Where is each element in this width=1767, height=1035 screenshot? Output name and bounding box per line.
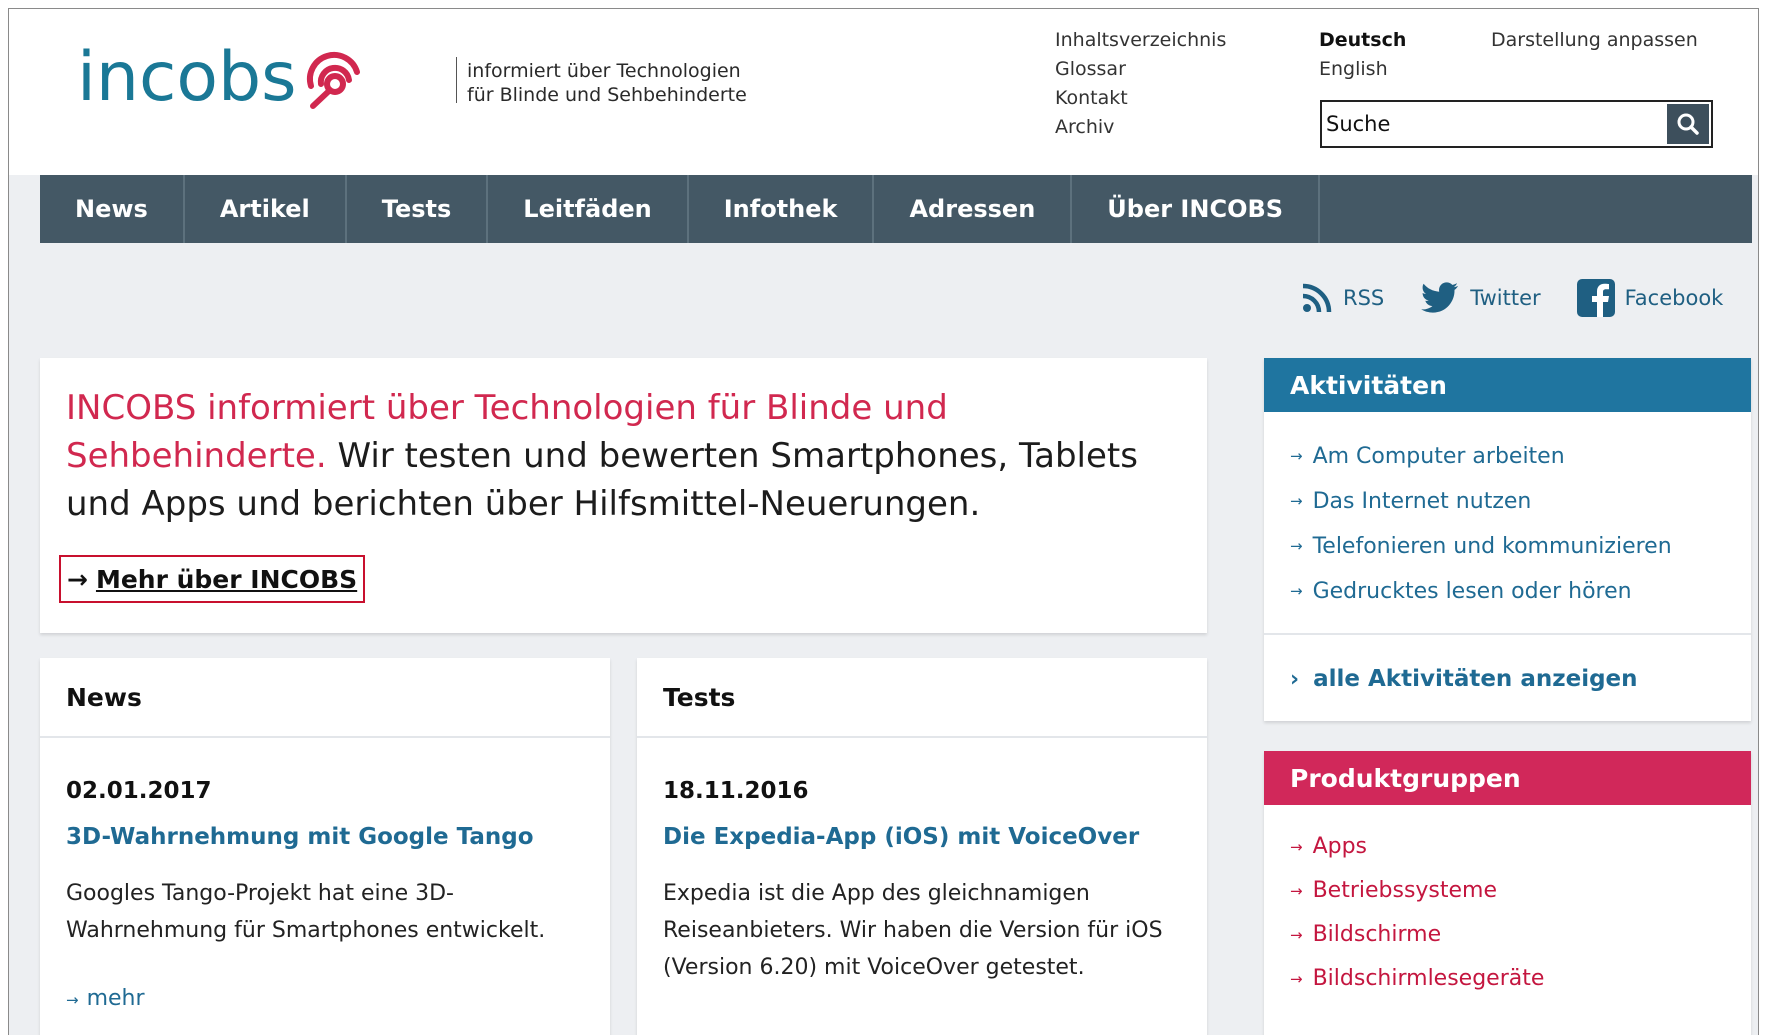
tagline-line-1: informiert über Technologien	[467, 60, 741, 82]
activity-label: Am Computer arbeiten	[1312, 444, 1565, 469]
facebook-label: Facebook	[1624, 286, 1724, 310]
arrow-right-small-icon: →	[66, 991, 79, 1009]
nav-infothek[interactable]: Infothek	[689, 175, 875, 243]
meta-link-kontakt[interactable]: Kontakt	[1055, 84, 1226, 113]
arrow-right-small-icon: →	[1290, 970, 1303, 988]
activities-list: → Am Computer arbeiten → Das Internet nutz…	[1264, 412, 1751, 614]
tests-card: Tests 18.11.2016 Die Expedia-App (iOS) m…	[637, 658, 1207, 1035]
arrow-right-icon: →	[67, 564, 88, 594]
meta-link-archiv[interactable]: Archiv	[1055, 113, 1226, 142]
news-date: 02.01.2017	[66, 778, 212, 804]
activities-panel: Aktivitäten → Am Computer arbeiten → Das I…	[1264, 358, 1751, 721]
facebook-icon	[1576, 279, 1615, 317]
activity-link[interactable]: → Gedrucktes lesen oder hören	[1290, 569, 1751, 614]
news-card-heading: News	[40, 658, 610, 738]
product-group-link[interactable]: → Apps	[1290, 825, 1751, 869]
activity-label: Gedrucktes lesen oder hören	[1312, 579, 1632, 604]
activity-label: Telefonieren und kommunizieren	[1312, 534, 1672, 559]
arrow-right-small-icon: →	[1290, 447, 1303, 465]
news-teaser: Googles Tango-Projekt hat eine 3D-Wahrne…	[66, 881, 546, 943]
arrow-right-small-icon: →	[1290, 926, 1303, 944]
product-group-label: Bildschirmlesegeräte	[1312, 966, 1545, 991]
product-group-link[interactable]: → Bildschirmlesegeräte	[1290, 957, 1751, 1001]
nav-leitfaeden[interactable]: Leitfäden	[488, 175, 689, 243]
page-frame: incobs informiert über Technologien für …	[8, 8, 1759, 1035]
product-groups-panel: Produktgruppen → Apps → Betriebssysteme → B…	[1264, 751, 1751, 1035]
twitter-icon	[1421, 282, 1459, 313]
lang-english[interactable]: English	[1319, 55, 1406, 84]
site-header: incobs informiert über Technologien für …	[9, 9, 1758, 175]
divider	[1264, 633, 1751, 635]
language-switcher: Deutsch English	[1319, 26, 1406, 84]
intro-panel: INCOBS informiert über Technologien für …	[40, 358, 1207, 633]
meta-link-inhaltsverzeichnis[interactable]: Inhaltsverzeichnis	[1055, 26, 1226, 55]
arrow-right-small-icon: →	[1290, 582, 1303, 600]
facebook-link[interactable]: Facebook	[1576, 279, 1724, 317]
nav-ueber-incobs[interactable]: Über INCOBS	[1072, 175, 1321, 243]
tests-card-heading: Tests	[637, 658, 1207, 738]
arrow-right-small-icon: →	[1290, 838, 1303, 856]
all-activities-link[interactable]: › alle Aktivitäten anzeigen	[1290, 666, 1638, 692]
search-form	[1320, 100, 1713, 148]
nav-news[interactable]: News	[40, 175, 185, 243]
product-group-label: Apps	[1312, 834, 1368, 859]
lang-deutsch[interactable]: Deutsch	[1319, 26, 1406, 55]
product-group-link[interactable]: → Bildschirme	[1290, 913, 1751, 957]
activity-link[interactable]: → Am Computer arbeiten	[1290, 434, 1751, 479]
news-more-label: mehr	[86, 986, 145, 1011]
nav-artikel[interactable]: Artikel	[185, 175, 347, 243]
product-group-label: Betriebssysteme	[1312, 878, 1498, 903]
activity-link[interactable]: → Telefonieren und kommunizieren	[1290, 524, 1751, 569]
nav-tests[interactable]: Tests	[347, 175, 489, 243]
chevron-right-icon: ›	[1290, 666, 1300, 692]
logo-divider	[456, 57, 457, 103]
search-icon	[1677, 113, 1699, 135]
news-more-link[interactable]: → mehr	[66, 986, 145, 1011]
meta-nav: Inhaltsverzeichnis Glossar Kontakt Archi…	[1055, 26, 1226, 142]
main-nav: News Artikel Tests Leitfäden Infothek Ad…	[40, 175, 1752, 243]
product-groups-heading: Produktgruppen	[1264, 751, 1751, 805]
activity-label: Das Internet nutzen	[1312, 489, 1532, 514]
arrow-right-small-icon: →	[1290, 882, 1303, 900]
display-settings-link[interactable]: Darstellung anpassen	[1491, 26, 1698, 55]
tagline-line-2: für Blinde und Sehbehinderte	[467, 84, 747, 106]
arrow-right-small-icon: →	[1290, 492, 1303, 510]
arrow-right-small-icon: →	[1290, 537, 1303, 555]
search-button[interactable]	[1667, 104, 1709, 144]
site-logo[interactable]: incobs	[77, 33, 367, 123]
social-links: RSS Twitter Facebook	[1301, 279, 1723, 317]
tests-date: 18.11.2016	[663, 778, 809, 804]
activities-heading: Aktivitäten	[1264, 358, 1751, 412]
tests-title-link[interactable]: Die Expedia-App (iOS) mit VoiceOver	[663, 824, 1139, 850]
more-about-incobs-link[interactable]: → Mehr über INCOBS	[59, 555, 366, 603]
intro-text: INCOBS informiert über Technologien für …	[66, 384, 1186, 528]
rss-link[interactable]: RSS	[1301, 282, 1384, 314]
news-card: News 02.01.2017 3D-Wahrnehmung mit Googl…	[40, 658, 610, 1035]
meta-link-glossar[interactable]: Glossar	[1055, 55, 1226, 84]
product-groups-list: → Apps → Betriebssysteme → Bildschirme → Bil…	[1264, 805, 1751, 1001]
logo-signal-icon	[306, 51, 360, 109]
product-group-link[interactable]: → Betriebssysteme	[1290, 869, 1751, 913]
nav-adressen[interactable]: Adressen	[874, 175, 1073, 243]
logo-wordmark: incobs	[77, 38, 297, 117]
twitter-label: Twitter	[1470, 286, 1541, 310]
site-tagline: informiert über Technologien für Blinde …	[467, 59, 747, 107]
more-about-incobs-label: Mehr über INCOBS	[95, 564, 358, 594]
news-title-link[interactable]: 3D-Wahrnehmung mit Google Tango	[66, 824, 534, 850]
rss-label: RSS	[1343, 286, 1385, 310]
twitter-link[interactable]: Twitter	[1420, 282, 1541, 314]
search-input[interactable]	[1324, 106, 1660, 142]
all-activities-label: alle Aktivitäten anzeigen	[1313, 666, 1638, 692]
rss-icon	[1302, 283, 1332, 313]
activity-link[interactable]: → Das Internet nutzen	[1290, 479, 1751, 524]
product-group-label: Bildschirme	[1312, 922, 1442, 947]
tests-teaser: Expedia ist die App des gleichnamigen Re…	[663, 881, 1163, 980]
